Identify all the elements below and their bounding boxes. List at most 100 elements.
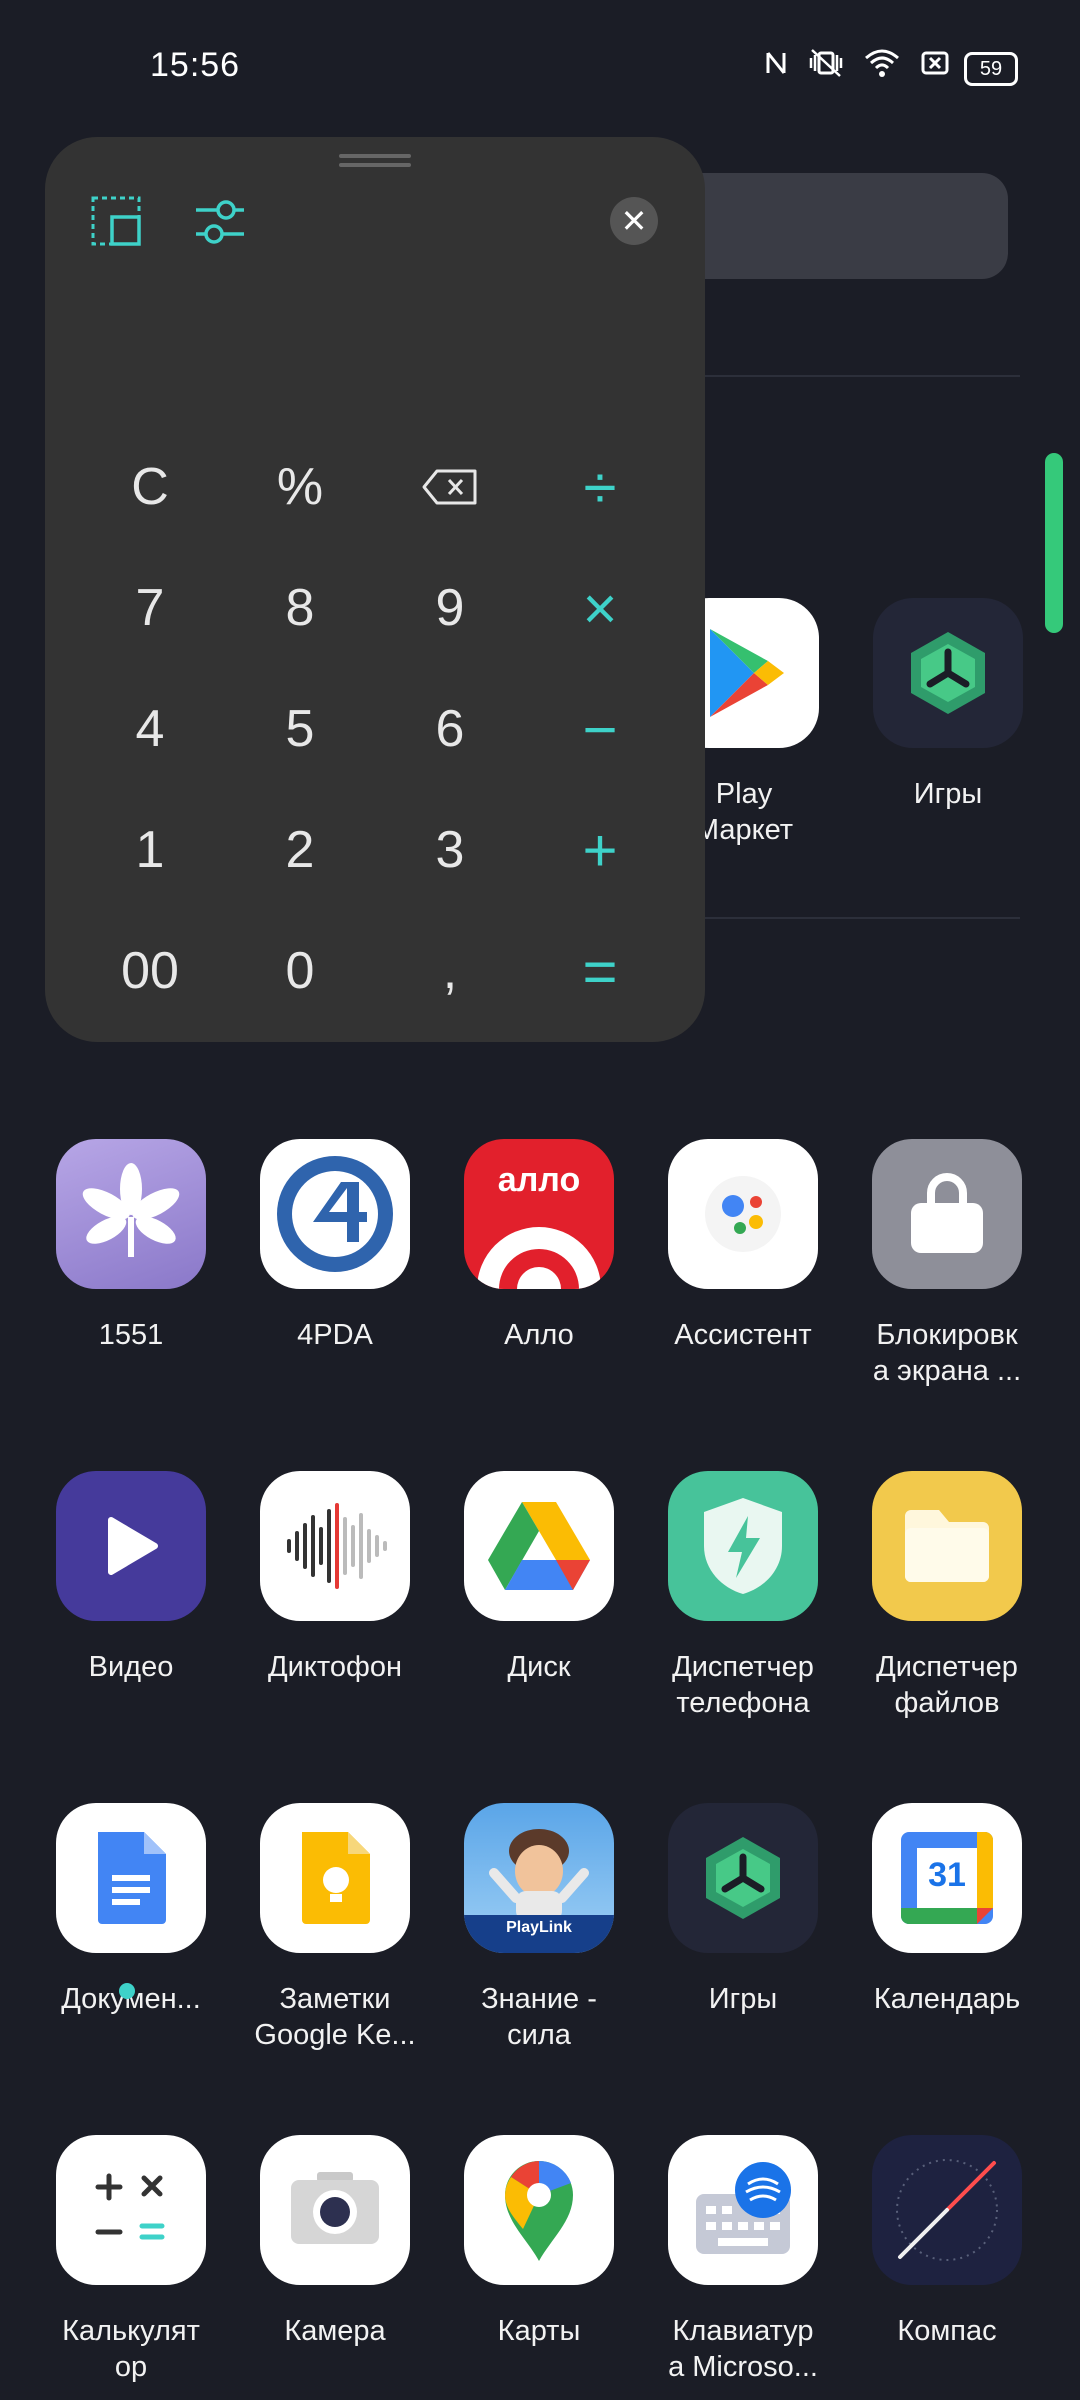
divider [690, 917, 1020, 919]
4pda-icon [260, 1139, 410, 1289]
app-camera[interactable]: Камера [233, 2135, 437, 2349]
app-4pda[interactable]: 4PDA [233, 1139, 437, 1353]
games-icon [668, 1803, 818, 1953]
key-8[interactable]: 8 [225, 558, 375, 658]
compass-icon [872, 2135, 1022, 2285]
key-comma[interactable]: , [375, 921, 525, 1021]
divider [690, 375, 1020, 377]
drag-handle[interactable] [339, 154, 411, 158]
folder-icon [872, 1471, 1022, 1621]
app-label: Календарь [873, 1983, 1021, 2015]
app-label: Блокировк а экрана ... [872, 1319, 1022, 1387]
app-games-top[interactable]: Игры [846, 598, 1050, 812]
key-percent[interactable]: % [225, 437, 375, 537]
app-file-manager[interactable]: Диспетчер файлов [845, 1471, 1049, 1721]
key-0[interactable]: 0 [225, 921, 375, 1021]
app-label: Знание - сила [481, 1983, 597, 2051]
app-video[interactable]: Видео [29, 1471, 233, 1685]
key-clear[interactable]: C [75, 437, 225, 537]
assistant-icon [668, 1139, 818, 1289]
status-time: 15:56 [150, 46, 241, 84]
app-label: 1551 [98, 1319, 164, 1351]
app-label: Камера [284, 2315, 386, 2347]
app-label: Игры [913, 778, 983, 810]
app-label: Диспетчер файлов [876, 1651, 1018, 1719]
app-label: Алло [504, 1319, 574, 1351]
google-drive-icon [464, 1471, 614, 1621]
battery-indicator: 59 [964, 52, 1018, 86]
google-calendar-icon: 31 [872, 1803, 1022, 1953]
app-label: Клавиатур а Microso... [668, 2315, 818, 2383]
app-label: Диск [507, 1651, 571, 1683]
app-assistant[interactable]: Ассистент [641, 1139, 845, 1353]
sound-wave-icon [260, 1471, 410, 1621]
app-label: Калькулят ор [62, 2315, 200, 2383]
close-icon: ✕ [620, 203, 648, 239]
shield-bolt-icon [668, 1471, 818, 1621]
key-5[interactable]: 5 [225, 679, 375, 779]
status-bar: 15:56 59 [0, 0, 1080, 130]
key-equals[interactable]: = [525, 921, 675, 1021]
key-backspace[interactable] [375, 437, 525, 537]
app-games[interactable]: Игры [641, 1803, 845, 2017]
app-label: Игры [708, 1983, 778, 2015]
app-calculator[interactable]: Калькулят ор [29, 2135, 233, 2385]
games-icon [873, 598, 1023, 748]
key-divide[interactable]: ÷ [525, 437, 675, 537]
app-1551[interactable]: 1551 [29, 1139, 233, 1353]
app-phone-manager[interactable]: Диспетчер телефона [641, 1471, 845, 1721]
app-label: Видео [88, 1651, 174, 1683]
key-00[interactable]: 00 [75, 921, 225, 1021]
app-label: Компас [897, 2315, 997, 2347]
app-keep[interactable]: Заметки Google Ke... [233, 1803, 437, 2053]
wifi-icon [864, 48, 900, 78]
app-label: Заметки Google Ke... [254, 1983, 416, 2051]
key-9[interactable]: 9 [375, 558, 525, 658]
google-keep-icon [260, 1803, 410, 1953]
key-minus[interactable]: − [525, 679, 675, 779]
backspace-icon [421, 468, 479, 506]
calculator-icon [56, 2135, 206, 2285]
nfc-icon [764, 49, 788, 77]
play-video-icon [56, 1471, 206, 1621]
app-compass[interactable]: Компас [845, 2135, 1049, 2349]
resize-window-icon[interactable] [90, 195, 144, 254]
key-2[interactable]: 2 [225, 800, 375, 900]
key-plus[interactable]: + [525, 800, 675, 900]
allo-icon: алло [464, 1139, 614, 1289]
app-label: Ассистент [674, 1319, 812, 1351]
drag-handle[interactable] [339, 163, 411, 167]
google-maps-icon [464, 2135, 614, 2285]
app-label: Диспетчер телефона [672, 1651, 814, 1719]
app-label: Карты [497, 2315, 581, 2347]
status-icons [764, 48, 950, 78]
key-6[interactable]: 6 [375, 679, 525, 779]
key-7[interactable]: 7 [75, 558, 225, 658]
app-drive[interactable]: Диск [437, 1471, 641, 1685]
key-4[interactable]: 4 [75, 679, 225, 779]
floating-calculator-panel[interactable]: ✕ C % ÷ 7 8 9 × 4 5 6 − 1 2 3 + 00 0 , = [45, 137, 705, 1042]
app-calendar[interactable]: 31 Календарь [845, 1803, 1049, 2017]
app-knowledge-power[interactable]: PlayLink Знание - сила [437, 1803, 641, 2053]
keyboard-icon [668, 2135, 818, 2285]
close-button[interactable]: ✕ [610, 197, 658, 245]
app-label: 4PDA [297, 1319, 373, 1351]
new-app-dot [119, 1983, 135, 1999]
camera-icon [260, 2135, 410, 2285]
calendar-date-text: 31 [928, 1856, 966, 1894]
app-swiftkey[interactable]: Клавиатур а Microso... [641, 2135, 845, 2385]
google-docs-icon [56, 1803, 206, 1953]
chestnut-leaf-icon [56, 1139, 206, 1289]
sim-off-icon [920, 49, 950, 77]
app-allo[interactable]: алло Алло [437, 1139, 641, 1353]
game-character-icon: PlayLink [464, 1803, 614, 1953]
key-1[interactable]: 1 [75, 800, 225, 900]
app-recorder[interactable]: Диктофон [233, 1471, 437, 1685]
key-multiply[interactable]: × [525, 558, 675, 658]
key-3[interactable]: 3 [375, 800, 525, 900]
vibrate-off-icon [808, 48, 844, 78]
search-bar[interactable] [660, 173, 1008, 279]
settings-sliders-icon[interactable] [193, 195, 247, 254]
app-screen-lock[interactable]: Блокировк а экрана ... [845, 1139, 1049, 1389]
app-maps[interactable]: Карты [437, 2135, 641, 2349]
